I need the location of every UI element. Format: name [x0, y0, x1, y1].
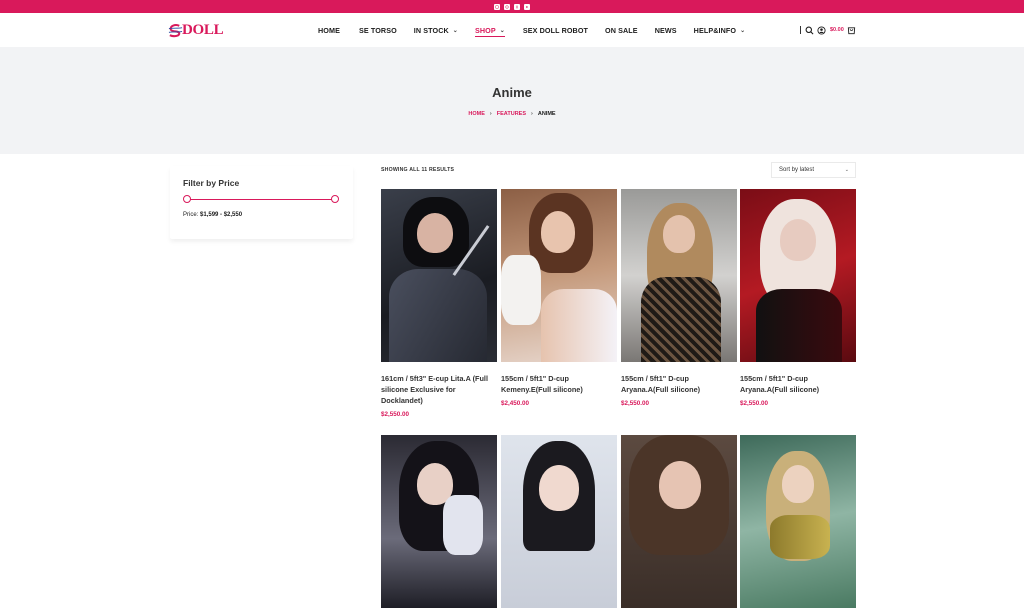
price-filter-widget: Filter by Price Price: $1,599 - $2,550	[170, 166, 353, 239]
chevron-down-icon: ⌄	[499, 27, 505, 34]
nav-label: SEX DOLL ROBOT	[522, 25, 589, 35]
price-slider-max-handle[interactable]	[331, 195, 339, 203]
nav-label: SHOP	[474, 25, 496, 35]
price-slider-min-handle[interactable]	[183, 195, 191, 203]
product-image[interactable]	[621, 189, 737, 362]
account-icon[interactable]	[817, 25, 826, 35]
chevron-down-icon: ⌄	[740, 27, 746, 34]
search-icon[interactable]	[805, 26, 814, 35]
nav-item-shop[interactable]: SHOP ⌄	[474, 13, 505, 47]
chevron-down-icon: ⌄	[844, 167, 849, 173]
product-title[interactable]: 155cm / 5ft1" D-cup Aryana.A(Full silico…	[740, 373, 856, 395]
breadcrumb-current: ANIME	[537, 111, 556, 117]
price-range-label: Price: $1,599 - $2,550	[183, 212, 242, 218]
nav-label: HOME	[318, 25, 340, 35]
site-header: DOLL HOME SE TORSO IN STOCK ⌄ SHOP ⌄ SEX D…	[0, 13, 1024, 47]
chevron-right-icon: ›	[489, 111, 492, 117]
breadcrumb-features[interactable]: FEATURES	[497, 111, 526, 117]
nav-label: IN STOCK	[413, 25, 449, 35]
product-image[interactable]	[501, 435, 617, 608]
nav-label: ON SALE	[605, 25, 638, 35]
product-title[interactable]: 155cm / 5ft1" D-cup Aryana.A(Full silico…	[621, 373, 737, 395]
nav-label: NEWS	[654, 25, 677, 35]
nav-item-on-sale[interactable]: ON SALE	[605, 13, 638, 47]
nav-label: HELP&INFO	[693, 25, 737, 35]
divider	[800, 26, 801, 34]
product-card[interactable]	[621, 435, 737, 608]
product-card[interactable]: 155cm / 5ft1" D-cup Aryana.A(Full silico…	[740, 189, 856, 407]
price-prefix: Price:	[183, 212, 199, 218]
breadcrumb: HOME › FEATURES › ANIME	[0, 111, 1024, 117]
chevron-down-icon: ⌄	[452, 27, 458, 34]
sort-select[interactable]: Sort by latest ⌄	[771, 162, 856, 178]
nav-item-se-torso[interactable]: SE TORSO	[359, 13, 397, 47]
nav-item-sex-doll-robot[interactable]: SEX DOLL ROBOT	[523, 13, 588, 47]
cart-icon[interactable]	[847, 26, 856, 35]
product-card[interactable]	[381, 435, 497, 608]
product-image[interactable]	[381, 435, 497, 608]
nav-item-in-stock[interactable]: IN STOCK ⌄	[414, 13, 458, 47]
nav-item-home[interactable]: HOME	[318, 13, 340, 47]
product-title[interactable]: 155cm / 5ft1" D-cup Kemeny.E(Full silico…	[501, 373, 617, 395]
product-card[interactable]	[740, 435, 856, 608]
breadcrumb-home[interactable]: HOME	[468, 111, 485, 117]
chevron-right-icon: ›	[531, 111, 533, 117]
product-price: $2,550.00	[381, 411, 410, 418]
page-hero: Anime	[0, 47, 1024, 154]
instagram-icon[interactable]	[494, 3, 500, 10]
filter-title: Filter by Price	[183, 178, 240, 188]
product-image[interactable]	[740, 189, 856, 362]
cart-total[interactable]: $0.00	[830, 27, 844, 33]
pinterest-icon[interactable]	[504, 3, 510, 10]
price-slider-track[interactable]	[187, 199, 335, 200]
result-count: SHOWING ALL 11 RESULTS	[381, 167, 455, 173]
product-card[interactable]: 155cm / 5ft1" D-cup Kemeny.E(Full silico…	[501, 189, 617, 407]
facebook-icon[interactable]	[514, 3, 520, 10]
nav-item-news[interactable]: NEWS	[655, 13, 677, 47]
product-price: $2,450.00	[501, 400, 530, 407]
top-bar	[0, 0, 1024, 13]
product-title[interactable]: 161cm / 5ft3" E-cup Lita.A (Full silicon…	[381, 373, 497, 406]
product-image[interactable]	[501, 189, 617, 362]
logo-mark-icon	[168, 23, 183, 37]
youtube-icon[interactable]	[524, 3, 530, 10]
product-card[interactable]	[501, 435, 617, 608]
product-price: $2,550.00	[740, 400, 769, 407]
site-logo[interactable]: DOLL	[168, 21, 224, 38]
main-nav: HOME SE TORSO IN STOCK ⌄ SHOP ⌄ SEX DOLL R…	[318, 13, 745, 47]
product-card[interactable]: 155cm / 5ft1" D-cup Aryana.A(Full silico…	[621, 189, 737, 407]
price-range-value: $1,599 - $2,550	[200, 212, 243, 218]
product-image[interactable]	[740, 435, 856, 608]
sort-selected-value: Sort by latest	[779, 167, 815, 173]
header-actions: $0.00	[800, 13, 856, 47]
nav-label: SE TORSO	[358, 25, 397, 35]
page-title: Anime	[492, 85, 532, 100]
product-image[interactable]	[621, 435, 737, 608]
product-image[interactable]	[381, 189, 497, 362]
product-price: $2,550.00	[621, 400, 650, 407]
nav-item-help-info[interactable]: HELP&INFO ⌄	[694, 13, 746, 47]
logo-text: DOLL	[182, 21, 224, 38]
product-card[interactable]: 161cm / 5ft3" E-cup Lita.A (Full silicon…	[381, 189, 497, 418]
